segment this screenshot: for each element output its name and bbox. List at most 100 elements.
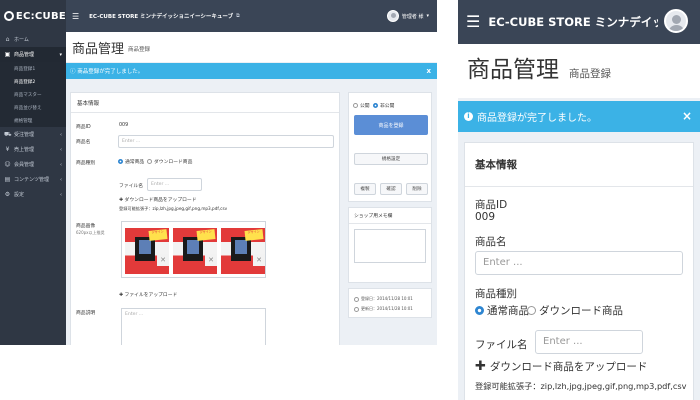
registered-date-text: 登録日：2014/11/28 10:01 <box>361 296 413 301</box>
duplicate-button[interactable]: 複製 <box>354 183 376 195</box>
menu-icon[interactable]: ☰ <box>72 12 79 21</box>
radio-checked-icon <box>475 306 484 315</box>
description-textarea[interactable]: Enter ... <box>121 308 266 345</box>
side-column: 公開 非公開 商品を登録 規格設定 複製 確認 削除 ショップ用メモ欄 登録日：… <box>348 92 432 323</box>
store-name[interactable]: EC-CUBE STORE ミンナデイッショニイーシーキューブ <box>89 12 233 20</box>
product-name-input[interactable]: Enter ... <box>118 135 334 148</box>
product-thumbnail[interactable]: デザイン ✕ <box>221 228 265 274</box>
close-icon[interactable]: x <box>426 67 431 75</box>
upload-download-button[interactable]: ✚ ダウンロード商品をアップロード <box>119 196 197 203</box>
sidebar-item-label: 会員管理 <box>14 162 35 168</box>
sidebar-subitem-sort[interactable]: 商品並び替え <box>0 101 66 114</box>
updated-date: 更新日：2014/11/28 10:01 <box>349 304 431 314</box>
top-bar: ☰ EC-CUBE STORE ミンナデイッショニイーシーキューブ ⧉ 管理者 … <box>66 0 437 32</box>
user-name: 管理者 様 <box>401 13 424 20</box>
page-header: 商品管理 商品登録 <box>66 32 437 62</box>
file-name-label: ファイル名 <box>475 339 528 351</box>
image-gallery: デザイン ✕ デザイン ✕ デザイン ✕ <box>121 221 266 278</box>
spec-settings-button[interactable]: 規格設定 <box>354 153 428 165</box>
external-link-icon[interactable]: ⧉ <box>236 13 240 19</box>
home-icon: ⌂ <box>5 36 10 43</box>
sidebar-subitem-register2[interactable]: 商品登録2 <box>0 75 66 88</box>
publish-panel: 公開 非公開 商品を登録 規格設定 複製 確認 削除 <box>348 92 432 202</box>
page-header: 商品管理 商品登録 <box>458 44 700 98</box>
logo-text: EC:CUBE <box>15 10 66 22</box>
sidebar-item-label: ホーム <box>14 37 29 43</box>
chevron-left-icon: ‹ <box>60 161 62 168</box>
upload-file-label: ファイルをアップロード <box>124 293 178 298</box>
page-title: 商品管理 <box>72 41 125 57</box>
store-name[interactable]: EC-CUBE STORE ミンナデイッシ... <box>488 14 658 30</box>
avatar[interactable] <box>664 9 688 33</box>
sidebar-subitem-master[interactable]: 商品マスター <box>0 88 66 101</box>
remove-image-icon[interactable]: ✕ <box>253 254 265 266</box>
sidebar-subitem-spec[interactable]: 規格管理 <box>0 114 66 127</box>
remove-image-icon[interactable]: ✕ <box>205 254 217 266</box>
registered-date: 登録日：2014/11/28 10:01 <box>349 294 431 304</box>
shop-memo-heading: ショップ用メモ欄 <box>349 208 431 224</box>
thumb-label: デザイン <box>148 229 168 241</box>
success-alert: i 商品登録が完了しました。 × <box>458 101 700 132</box>
type-download-radio[interactable]: ダウンロード商品 <box>527 303 623 318</box>
visibility-private-radio[interactable]: 非公開 <box>373 102 394 109</box>
radio-checked-icon <box>373 103 378 108</box>
product-id-label: 商品ID <box>475 199 508 211</box>
chevron-left-icon: ‹ <box>60 176 62 183</box>
upload-download-label: ダウンロード商品をアップロード <box>124 198 197 203</box>
product-thumbnail[interactable]: デザイン ✕ <box>173 228 217 274</box>
mobile-top-bar: ☰ EC-CUBE STORE ミンナデイッシ... <box>458 0 700 44</box>
clock-icon <box>354 296 359 302</box>
chevron-down-icon: ▾ <box>59 51 62 58</box>
cart-icon: ⛟ <box>4 130 12 138</box>
upload-download-label: ダウンロード商品をアップロード <box>489 361 648 373</box>
panel-heading: 基本情報 <box>465 143 693 187</box>
page-subtitle: 商品登録 <box>128 47 151 53</box>
shop-memo-panel: ショップ用メモ欄 <box>348 207 432 283</box>
sidebar-item-contents[interactable]: ▤ コンテンツ管理 ‹ <box>0 172 66 187</box>
sidebar-item-sales[interactable]: ¥ 売上管理 ‹ <box>0 142 66 157</box>
radio-unchecked-icon <box>353 103 358 108</box>
product-image-label: 商品画像 <box>76 224 96 229</box>
logo-icon <box>4 11 14 21</box>
radio-label: ダウンロード商品 <box>539 305 623 317</box>
product-id-value: 009 <box>119 123 129 128</box>
sidebar-item-home[interactable]: ⌂ ホーム <box>0 32 66 47</box>
file-name-input[interactable]: Enter ... <box>147 178 202 191</box>
file-icon: ▤ <box>4 176 11 183</box>
screenshot-stage: EC:CUBE ⌂ ホーム ▣ 商品管理 ▾ 商品登録1 商品登録2 商品マスター 商… <box>0 0 700 400</box>
file-name-input[interactable]: Enter ... <box>535 330 643 354</box>
product-name-input[interactable]: Enter ... <box>475 251 683 275</box>
delete-button[interactable]: 削除 <box>406 183 428 195</box>
page-subtitle: 商品登録 <box>569 68 611 80</box>
alert-text: 商品登録が完了しました。 <box>477 113 597 124</box>
sidebar-item-products[interactable]: ▣ 商品管理 ▾ <box>0 47 66 62</box>
logo[interactable]: EC:CUBE <box>0 0 66 32</box>
sidebar-subitem-register1[interactable]: 商品登録1 <box>0 62 66 75</box>
radio-label: 通常商品 <box>125 160 145 165</box>
visibility-public-radio[interactable]: 公開 <box>353 102 370 109</box>
type-normal-radio[interactable]: 通常商品 <box>475 303 529 318</box>
panel-heading: 基本情報 <box>71 93 339 113</box>
remove-image-icon[interactable]: ✕ <box>157 254 169 266</box>
register-product-button[interactable]: 商品を登録 <box>354 115 428 135</box>
upload-file-button[interactable]: ✚ ファイルをアップロード <box>119 291 177 298</box>
sidebar-item-members[interactable]: ☺ 会員管理 ‹ <box>0 157 66 172</box>
user-menu[interactable]: 管理者 様 ▾ <box>386 10 429 22</box>
radio-label: 通常商品 <box>487 305 529 317</box>
type-download-radio[interactable]: ダウンロード商品 <box>147 158 192 165</box>
upload-download-button[interactable]: ✚ ダウンロード商品をアップロード <box>475 359 647 374</box>
product-thumbnail[interactable]: デザイン ✕ <box>125 228 169 274</box>
sidebar-item-orders[interactable]: ⛟ 受注管理 ‹ <box>0 127 66 142</box>
product-type-label: 商品種別 <box>76 161 96 166</box>
sidebar-item-label: 設定 <box>14 192 25 198</box>
sidebar-item-settings[interactable]: ⚙ 設定 ‹ <box>0 187 66 202</box>
shop-memo-textarea[interactable] <box>354 229 426 263</box>
close-icon[interactable]: × <box>682 109 692 123</box>
product-image-note: 620px以上推奨 <box>76 230 105 235</box>
type-normal-radio[interactable]: 通常商品 <box>118 158 144 165</box>
product-id-value: 009 <box>475 211 496 223</box>
users-icon: ☺ <box>4 161 11 168</box>
menu-icon[interactable]: ☰ <box>466 14 480 30</box>
confirm-button[interactable]: 確認 <box>380 183 402 195</box>
success-alert: ⓘ 商品登録が完了しました。 x <box>66 63 437 79</box>
